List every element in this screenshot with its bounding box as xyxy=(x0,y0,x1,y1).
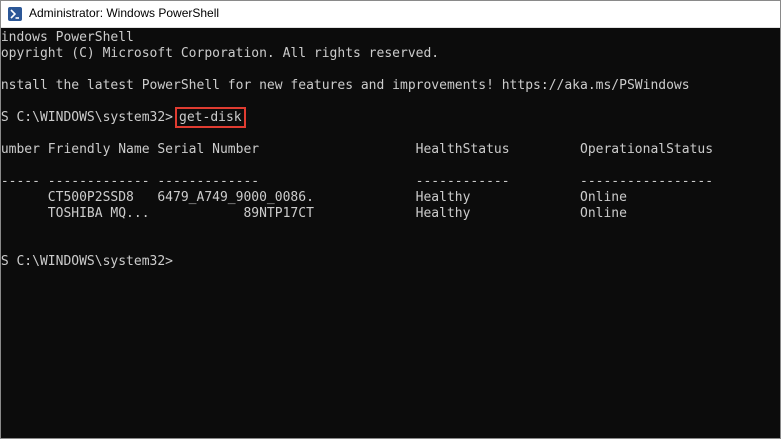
table-row: 0 TOSHIBA MQ... 89NTP17CT Healthy Online xyxy=(1,206,627,221)
command-text: get-disk xyxy=(179,110,242,125)
table-header: Number Friendly Name Serial Number Healt… xyxy=(1,142,714,157)
prompt: PS C:\WINDOWS\system32> xyxy=(1,110,174,125)
command-highlight: get-disk xyxy=(175,107,246,128)
final-prompt[interactable]: PS C:\WINDOWS\system32> xyxy=(1,254,173,270)
table-separator: ------ ------------- ------------- -----… xyxy=(1,174,714,189)
header-line-3: Install the latest PowerShell for new fe… xyxy=(1,78,690,93)
table-row: 1 CT500P2SSD8 6479_A749_9000_0086. Healt… xyxy=(1,190,627,205)
console-area[interactable]: Windows PowerShell Copyright (C) Microso… xyxy=(1,28,780,438)
powershell-icon xyxy=(8,7,22,21)
command-line: PS C:\WINDOWS\system32> get-disk xyxy=(1,107,246,128)
powershell-window: Administrator: Windows PowerShell Window… xyxy=(0,0,781,439)
header-line-1: Windows PowerShell xyxy=(1,30,134,45)
title-bar[interactable]: Administrator: Windows PowerShell xyxy=(1,1,780,28)
window-title: Administrator: Windows PowerShell xyxy=(29,6,220,20)
header-line-2: Copyright (C) Microsoft Corporation. All… xyxy=(1,46,440,61)
